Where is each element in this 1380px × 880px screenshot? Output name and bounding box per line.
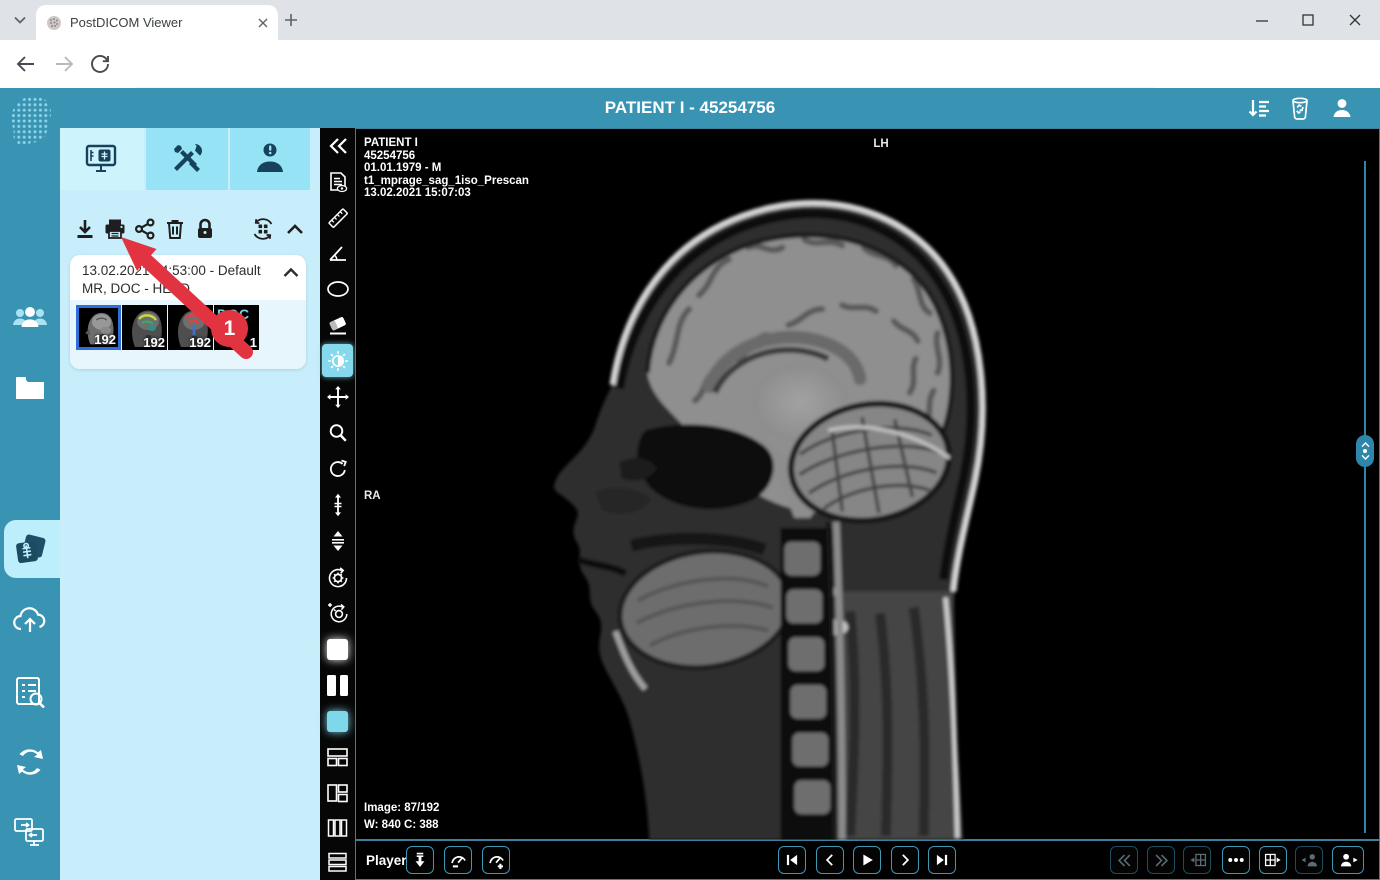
patient-title: PATIENT I - 45254756 bbox=[604, 98, 776, 117]
forward-icon[interactable] bbox=[52, 52, 76, 76]
cycle-series-icon[interactable] bbox=[248, 214, 278, 244]
browser-tab-strip: PostDICOM Viewer bbox=[0, 0, 1380, 40]
tools-tab-icon[interactable] bbox=[146, 128, 228, 190]
eraser-icon[interactable] bbox=[320, 308, 355, 342]
nav-sidebar bbox=[0, 88, 60, 880]
prev-image-icon[interactable] bbox=[816, 846, 844, 874]
brain-favicon bbox=[47, 15, 61, 30]
viewer-screen-tab-icon[interactable] bbox=[60, 128, 144, 190]
zoom-tool-icon[interactable] bbox=[320, 416, 355, 450]
play-icon[interactable] bbox=[853, 846, 881, 874]
window-close-icon[interactable] bbox=[1343, 8, 1367, 32]
series-thumbnail-overlay-red[interactable]: 192 bbox=[168, 305, 213, 350]
speed-up-icon[interactable] bbox=[482, 846, 510, 874]
last-image-icon[interactable] bbox=[928, 846, 956, 874]
minimize-icon[interactable] bbox=[1250, 12, 1274, 28]
collapse-panel-icon[interactable] bbox=[280, 214, 310, 244]
browser-tab[interactable]: PostDICOM Viewer bbox=[36, 5, 278, 40]
cine-download-icon[interactable] bbox=[406, 846, 434, 874]
study-modality: MR, DOC - HEAD bbox=[82, 281, 190, 296]
ruler-icon[interactable] bbox=[320, 201, 355, 235]
mri-sagittal-image bbox=[554, 199, 986, 840]
ellipse-roi-icon[interactable] bbox=[320, 272, 355, 306]
patient-info-tab-icon[interactable] bbox=[230, 128, 310, 190]
series-count: 192 bbox=[189, 335, 211, 350]
collapse-viewer-panel-icon[interactable] bbox=[320, 129, 355, 163]
auto-window-icon[interactable] bbox=[320, 596, 355, 630]
patients-group-icon[interactable] bbox=[0, 292, 60, 344]
first-image-icon[interactable] bbox=[778, 846, 806, 874]
series-thumbnail-overlay-color[interactable]: 192 bbox=[122, 305, 167, 350]
order-search-icon[interactable] bbox=[0, 666, 60, 718]
rotate-icon[interactable] bbox=[320, 452, 355, 486]
stack-scroll-icon[interactable] bbox=[320, 488, 355, 522]
series-count: 192 bbox=[94, 332, 116, 347]
sync-exchange-icon[interactable] bbox=[0, 736, 60, 788]
next-patient-icon[interactable] bbox=[1332, 846, 1364, 874]
window-level-icon[interactable] bbox=[322, 344, 353, 377]
tab-title: PostDICOM Viewer bbox=[70, 15, 183, 30]
next-image-icon[interactable] bbox=[891, 846, 919, 874]
layout-1x1-icon[interactable] bbox=[320, 632, 355, 666]
study-collapse-icon[interactable] bbox=[282, 266, 300, 279]
next-study-icon[interactable] bbox=[1147, 846, 1175, 874]
layout-grid-top-icon[interactable] bbox=[320, 740, 355, 774]
series-thumbnail-mri[interactable]: 192 bbox=[76, 305, 121, 350]
annotation-step-badge: 1 bbox=[211, 310, 248, 347]
study-datetime: 13.02.2021 14:53:00 - Default bbox=[82, 263, 261, 278]
stack-slider-handle[interactable] bbox=[1356, 435, 1374, 467]
folders-icon[interactable] bbox=[0, 362, 60, 414]
image-counter: Image: 87/192 bbox=[364, 802, 440, 814]
cloud-upload-icon[interactable] bbox=[0, 594, 60, 646]
player-bar: Player bbox=[355, 840, 1380, 880]
brain-logo bbox=[11, 96, 52, 147]
stack-slider-track[interactable] bbox=[1364, 161, 1366, 833]
more-series-icon[interactable] bbox=[1222, 846, 1250, 874]
report-view-icon[interactable] bbox=[320, 165, 355, 199]
layout-grid-left-icon[interactable] bbox=[320, 776, 355, 810]
reload-icon[interactable] bbox=[88, 52, 112, 76]
orientation-top-label: LH bbox=[873, 138, 889, 150]
new-tab-icon[interactable] bbox=[283, 12, 299, 28]
share-icon[interactable] bbox=[130, 214, 160, 244]
study-header: 13.02.2021 14:53:00 - Default MR, DOC - … bbox=[82, 262, 272, 298]
speed-down-icon[interactable] bbox=[444, 846, 472, 874]
prev-study-icon[interactable] bbox=[1110, 846, 1138, 874]
maximize-icon[interactable] bbox=[1296, 8, 1320, 32]
lock-icon[interactable] bbox=[190, 214, 220, 244]
print-icon[interactable] bbox=[100, 214, 130, 244]
series-count: 1 bbox=[249, 335, 257, 350]
prev-series-layout-icon[interactable] bbox=[1183, 846, 1211, 874]
layout-3col-icon[interactable] bbox=[320, 811, 355, 845]
stack-sort-icon[interactable] bbox=[320, 524, 355, 558]
layout-3row-icon[interactable] bbox=[320, 845, 355, 879]
layout-current-icon[interactable] bbox=[320, 704, 355, 738]
pan-icon[interactable] bbox=[320, 380, 355, 414]
next-series-layout-icon[interactable] bbox=[1259, 846, 1287, 874]
sort-list-icon[interactable] bbox=[1246, 96, 1272, 120]
layout-1x2-icon[interactable] bbox=[320, 668, 355, 702]
download-icon[interactable] bbox=[70, 214, 100, 244]
player-label: Player bbox=[366, 853, 407, 868]
app-header: PATIENT I - 45254756 postDICOM bbox=[0, 88, 1380, 209]
window-level-readout: W: 840 C: 388 bbox=[364, 819, 439, 831]
tab-list-chevron-icon[interactable] bbox=[8, 9, 32, 31]
account-icon[interactable] bbox=[1330, 96, 1354, 120]
orientation-left-label: RA bbox=[364, 490, 381, 502]
remote-view-icon[interactable] bbox=[0, 806, 60, 858]
recycle-bin-icon[interactable] bbox=[1288, 95, 1312, 121]
back-icon[interactable] bbox=[14, 52, 38, 76]
prev-patient-icon[interactable] bbox=[1295, 846, 1323, 874]
reset-view-icon[interactable] bbox=[320, 561, 355, 595]
angle-icon[interactable] bbox=[320, 236, 355, 270]
image-viewport[interactable]: PATIENT I 45254756 01.01.1979 - M t1_mpr… bbox=[355, 128, 1380, 840]
series-count: 192 bbox=[143, 335, 165, 350]
tab-close-icon[interactable] bbox=[258, 18, 268, 28]
delete-icon[interactable] bbox=[160, 214, 190, 244]
browser-toolbar: unitedstateswest.postdicom.com/Viewer/Ma… bbox=[0, 40, 1380, 121]
